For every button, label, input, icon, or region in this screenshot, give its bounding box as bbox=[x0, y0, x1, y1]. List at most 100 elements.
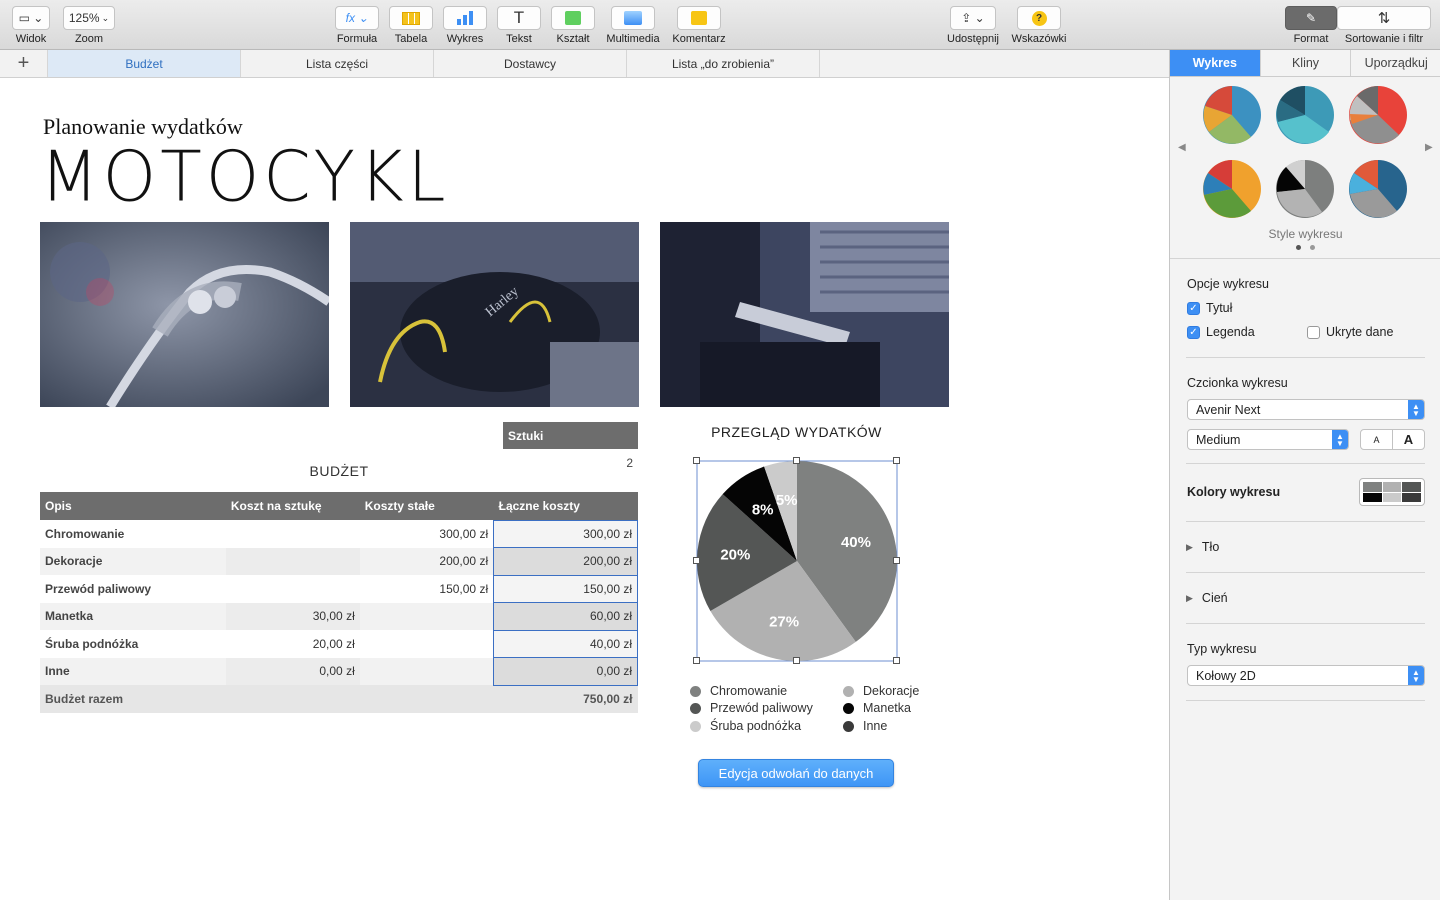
table-cell[interactable] bbox=[226, 520, 360, 548]
chart-style-5[interactable] bbox=[1274, 158, 1336, 220]
resize-handle[interactable] bbox=[693, 557, 700, 564]
decrease-font-button[interactable]: A bbox=[1361, 430, 1393, 449]
increase-font-button[interactable]: A bbox=[1393, 430, 1424, 449]
table-row: Śruba podnóżka 20,00 zł 40,00 zł bbox=[40, 629, 638, 658]
resize-handle[interactable] bbox=[693, 657, 700, 664]
table-cell[interactable]: Przewód paliwowy bbox=[40, 575, 226, 603]
resize-handle[interactable] bbox=[693, 457, 700, 464]
table-cell[interactable]: Śruba podnóżka bbox=[40, 630, 226, 658]
page-subtitle[interactable]: Planowanie wydatków bbox=[43, 114, 243, 140]
media-button[interactable]: Multimedia bbox=[603, 6, 663, 45]
resize-handle[interactable] bbox=[793, 657, 800, 664]
table-cell[interactable]: Inne bbox=[40, 657, 226, 685]
chart-colors-picker[interactable] bbox=[1359, 478, 1425, 506]
table-cell[interactable] bbox=[225, 547, 360, 575]
tab-kliny[interactable]: Kliny bbox=[1261, 50, 1352, 76]
formula-button[interactable]: fx ⌄ Formuła bbox=[327, 6, 387, 45]
chart-style-4[interactable] bbox=[1201, 158, 1263, 220]
add-sheet-icon[interactable]: + bbox=[0, 50, 48, 77]
page-dot[interactable] bbox=[1310, 245, 1315, 250]
tab-uporzadkuj[interactable]: Uporządkuj bbox=[1351, 50, 1440, 76]
resize-handle[interactable] bbox=[793, 457, 800, 464]
hidden-data-checkbox[interactable]: Ukryte dane bbox=[1307, 325, 1393, 339]
units-header[interactable]: Sztuki bbox=[503, 422, 638, 449]
budget-table[interactable]: Opis Koszt na sztukę Koszty stałe Łączne… bbox=[40, 492, 638, 713]
table-cell[interactable] bbox=[359, 602, 494, 630]
format-button[interactable]: ✎ Format bbox=[1281, 6, 1341, 45]
chart-title[interactable]: PRZEGLĄD WYDATKÓW bbox=[696, 424, 897, 440]
tab-budzet[interactable]: Budżet bbox=[48, 50, 241, 77]
tab-wykres[interactable]: Wykres bbox=[1170, 50, 1261, 76]
page-title[interactable]: MOTOCYKL bbox=[40, 137, 450, 218]
table-cell[interactable]: 150,00 zł bbox=[360, 575, 494, 603]
resize-handle[interactable] bbox=[893, 457, 900, 464]
tab-dostawcy[interactable]: Dostawcy bbox=[434, 50, 627, 77]
font-weight-select[interactable]: Medium ▲ ▼ bbox=[1187, 429, 1349, 450]
inspector-tabs: Wykres Kliny Uporządkuj bbox=[1170, 50, 1440, 77]
table-cell-selected[interactable]: 40,00 zł bbox=[493, 629, 638, 658]
table-cell[interactable]: 300,00 zł bbox=[360, 520, 494, 548]
table-cell[interactable] bbox=[360, 630, 494, 658]
table-cell-selected[interactable]: 300,00 zł bbox=[493, 519, 638, 548]
table-cell[interactable]: 30,00 zł bbox=[225, 602, 360, 630]
total-label[interactable]: Budżet razem bbox=[40, 685, 494, 713]
table-header-row: Opis Koszt na sztukę Koszty stałe Łączne… bbox=[40, 492, 638, 520]
chart-style-1[interactable] bbox=[1201, 84, 1263, 146]
previous-styles-arrow-icon[interactable]: ◀ bbox=[1178, 142, 1186, 153]
chart-style-3[interactable] bbox=[1347, 84, 1409, 146]
table-cell-selected[interactable]: 150,00 zł bbox=[493, 574, 638, 603]
budget-title[interactable]: BUDŻET bbox=[40, 463, 638, 479]
shadow-disclosure[interactable]: ▶ Cień bbox=[1186, 591, 1228, 605]
column-header-koszt-na-sztuke[interactable]: Koszt na sztukę bbox=[225, 492, 360, 520]
font-family-select[interactable]: Avenir Next ▲ ▼ bbox=[1187, 399, 1425, 420]
chart-style-6[interactable] bbox=[1347, 158, 1409, 220]
pie-chart[interactable]: 40% 27% 20% 8%5% bbox=[696, 460, 898, 662]
view-button[interactable]: ▭ ⌄ Widok bbox=[1, 6, 61, 45]
chart-style-2[interactable] bbox=[1274, 84, 1336, 146]
background-disclosure[interactable]: ▶ Tło bbox=[1186, 540, 1219, 554]
comment-icon bbox=[677, 6, 721, 30]
table-cell[interactable]: Dekoracje bbox=[40, 547, 226, 575]
text-icon: T bbox=[497, 6, 541, 30]
sort-filter-button[interactable]: ⇅ Sortowanie i filtr bbox=[1337, 6, 1431, 45]
tab-lista-do-zrobienia[interactable]: Lista „do zrobienia” bbox=[627, 50, 820, 77]
harley-engine-photo[interactable]: Harley bbox=[350, 222, 639, 407]
table-cell[interactable]: 0,00 zł bbox=[225, 657, 360, 685]
motorcycle-mirror-photo[interactable] bbox=[40, 222, 329, 407]
comment-button[interactable]: Komentarz bbox=[669, 6, 729, 45]
edit-data-references-button[interactable]: Edycja odwołań do danych bbox=[698, 759, 894, 787]
shape-button[interactable]: Kształt bbox=[543, 6, 603, 45]
chart-button[interactable]: Wykres bbox=[435, 6, 495, 45]
column-header-laczne-koszty[interactable]: Łączne koszty bbox=[493, 492, 638, 520]
text-button[interactable]: T Tekst bbox=[489, 6, 549, 45]
page-dot[interactable] bbox=[1296, 245, 1301, 250]
zoom-menu[interactable]: 125% ⌄ Zoom bbox=[59, 6, 119, 45]
column-header-koszty-stale[interactable]: Koszty stałe bbox=[359, 492, 494, 520]
chart-type-select[interactable]: Kołowy 2D ▲ ▼ bbox=[1187, 665, 1425, 686]
table-cell[interactable]: 20,00 zł bbox=[226, 630, 360, 658]
column-header-opis[interactable]: Opis bbox=[40, 492, 226, 520]
table-row: Manetka 30,00 zł 60,00 zł bbox=[40, 602, 638, 631]
table-cell-selected[interactable]: 60,00 zł bbox=[493, 602, 638, 631]
zoom-value: 125% bbox=[68, 11, 100, 25]
tab-lista-czesci[interactable]: Lista części bbox=[241, 50, 434, 77]
resize-handle[interactable] bbox=[893, 657, 900, 664]
resize-handle[interactable] bbox=[893, 557, 900, 564]
table-cell-selected[interactable]: 0,00 zł bbox=[493, 657, 638, 686]
share-button[interactable]: ⇪ ⌄ Udostępnij bbox=[943, 6, 1003, 45]
table-cell[interactable]: Manetka bbox=[40, 602, 226, 630]
table-cell[interactable] bbox=[359, 657, 494, 685]
legend-swatch bbox=[843, 702, 854, 714]
table-cell-selected[interactable]: 200,00 zł bbox=[493, 547, 638, 576]
table-cell[interactable] bbox=[226, 575, 360, 603]
title-checkbox[interactable]: ✓ Tytuł bbox=[1187, 301, 1232, 315]
legend-checkbox[interactable]: ✓ Legenda bbox=[1187, 325, 1255, 339]
disclosure-triangle-icon: ▶ bbox=[1186, 592, 1193, 603]
table-button[interactable]: Tabela bbox=[381, 6, 441, 45]
next-styles-arrow-icon[interactable]: ▶ bbox=[1425, 142, 1433, 153]
tips-button[interactable]: ? Wskazówki bbox=[1009, 6, 1069, 45]
table-cell[interactable]: Chromowanie bbox=[40, 520, 226, 548]
total-value[interactable]: 750,00 zł bbox=[493, 685, 638, 713]
footpeg-photo[interactable] bbox=[660, 222, 949, 407]
table-cell[interactable]: 200,00 zł bbox=[359, 547, 494, 575]
